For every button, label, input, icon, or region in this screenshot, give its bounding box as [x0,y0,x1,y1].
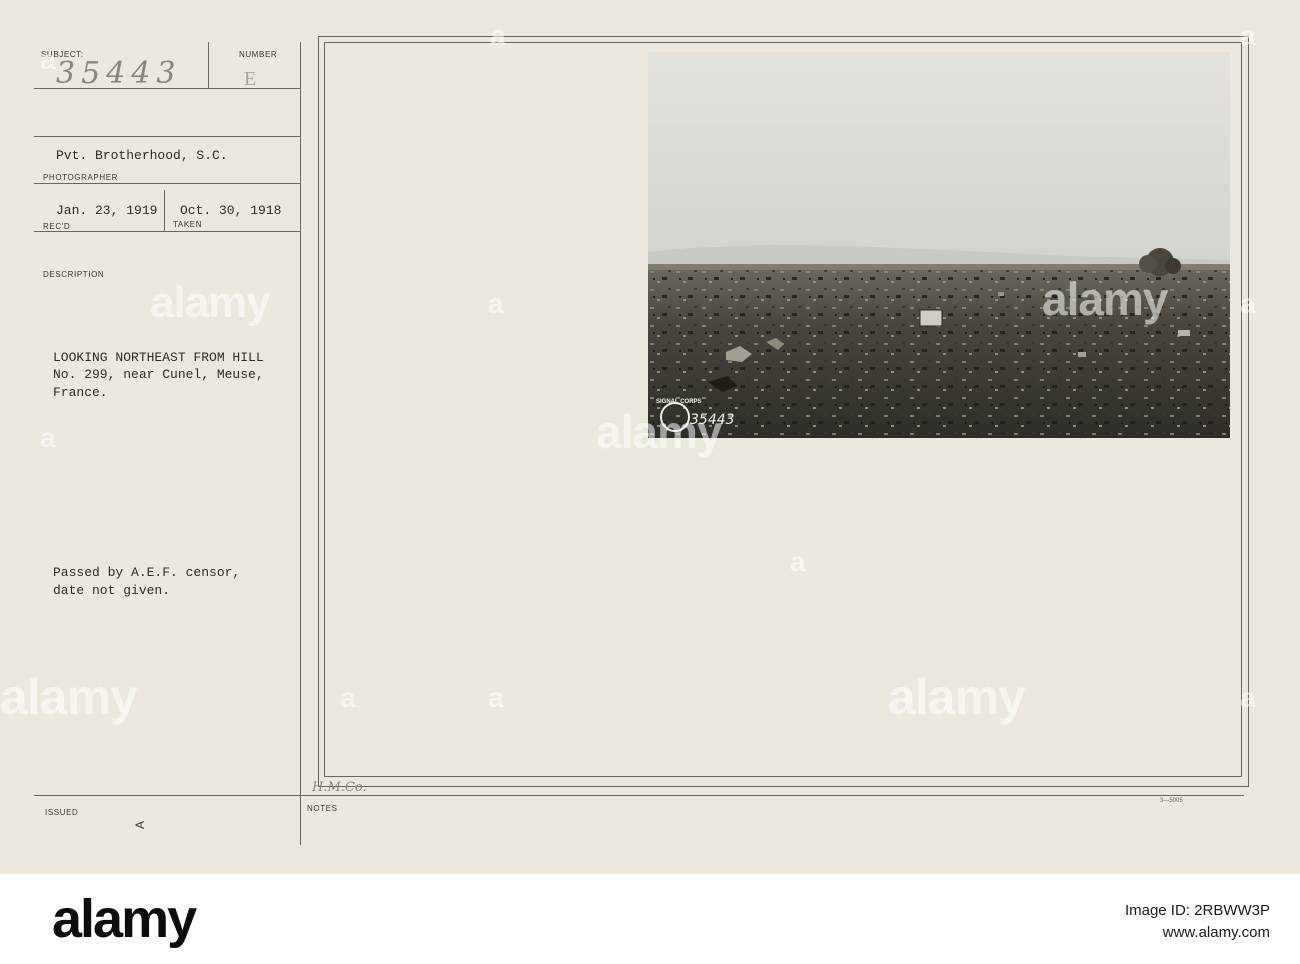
watermark-dot: a [488,288,504,319]
issued-label: ISSUED [45,808,79,817]
rule-left-column [300,42,301,845]
watermark-alamy: alamy [888,669,1026,725]
frame-outer-right [1248,36,1249,786]
rule-subject-divider [208,42,209,88]
received-label: REC'D [43,222,71,231]
received-date: Jan. 23, 1919 [56,203,158,218]
rule-photographer-bottom [34,183,300,184]
image-id: Image ID: 2RBWW3P [1124,902,1270,919]
number-stamp-value: E [244,68,257,90]
watermark-dot: a [340,682,356,713]
notes-handwriting: H.M.Co. [312,780,367,795]
watermark-dot: a [40,422,56,453]
alamy-logo: alamy [52,889,197,949]
subject-number-handwritten: 35443 [56,56,182,91]
censor-note-line-1: Passed by A.E.F. censor, [53,565,241,580]
watermark-dot: a [1240,20,1256,51]
watermark-alamy: alamy [596,406,722,458]
landscape-photograph: SIGNAL CORPS 35443 [648,52,1230,438]
rule-notes-top [34,795,1244,796]
site-url: www.alamy.com [1162,924,1270,941]
stock-footer-bar: alamy Image ID: 2RBWW3P www.alamy.com [0,874,1300,964]
issued-mark: A [133,820,148,830]
watermark-alamy: alamy [1042,273,1168,325]
taken-label: TAKEN [173,220,203,229]
description-line-1: LOOKING NORTHEAST FROM HILL [53,350,264,365]
photographer-label: PHOTOGRAPHER [43,173,119,182]
archival-photo-card: SUBJECT: 35443 NUMBER E Pvt. Brotherhood… [0,0,1300,874]
number-label: NUMBER [239,50,278,59]
rule-photographer-top [34,136,300,137]
watermark-dot: a [1240,682,1256,713]
watermark-dot: a [40,44,56,75]
censor-note-line-2: date not given. [53,583,171,598]
frame-inner-top [324,42,1242,43]
watermark-dot: a [488,682,504,713]
watermark-dot: a [490,20,506,51]
watermark-dot: a [1240,288,1256,319]
description-line-3: France. [53,385,108,400]
frame-outer-top [318,36,1248,37]
frame-inner-bottom [324,776,1242,777]
form-code: 3—5005 [1160,798,1183,804]
description-line-2: No. 299, near Cunel, Meuse, [53,367,264,382]
rule-date-divider [164,190,165,231]
frame-inner-right [1241,42,1242,776]
rule-dates-bottom [34,231,300,232]
notes-label: NOTES [307,804,338,813]
watermark-dot: a [790,546,806,577]
watermark-alamy: alamy [150,278,271,327]
frame-inner-left [324,42,325,776]
watermark-alamy: alamy [0,669,138,725]
frame-outer-bottom [318,786,1249,787]
description-label: DESCRIPTION [43,270,105,279]
photographer-name: Pvt. Brotherhood, S.C. [56,148,228,163]
frame-outer-left [318,36,319,786]
taken-date: Oct. 30, 1918 [180,203,282,218]
